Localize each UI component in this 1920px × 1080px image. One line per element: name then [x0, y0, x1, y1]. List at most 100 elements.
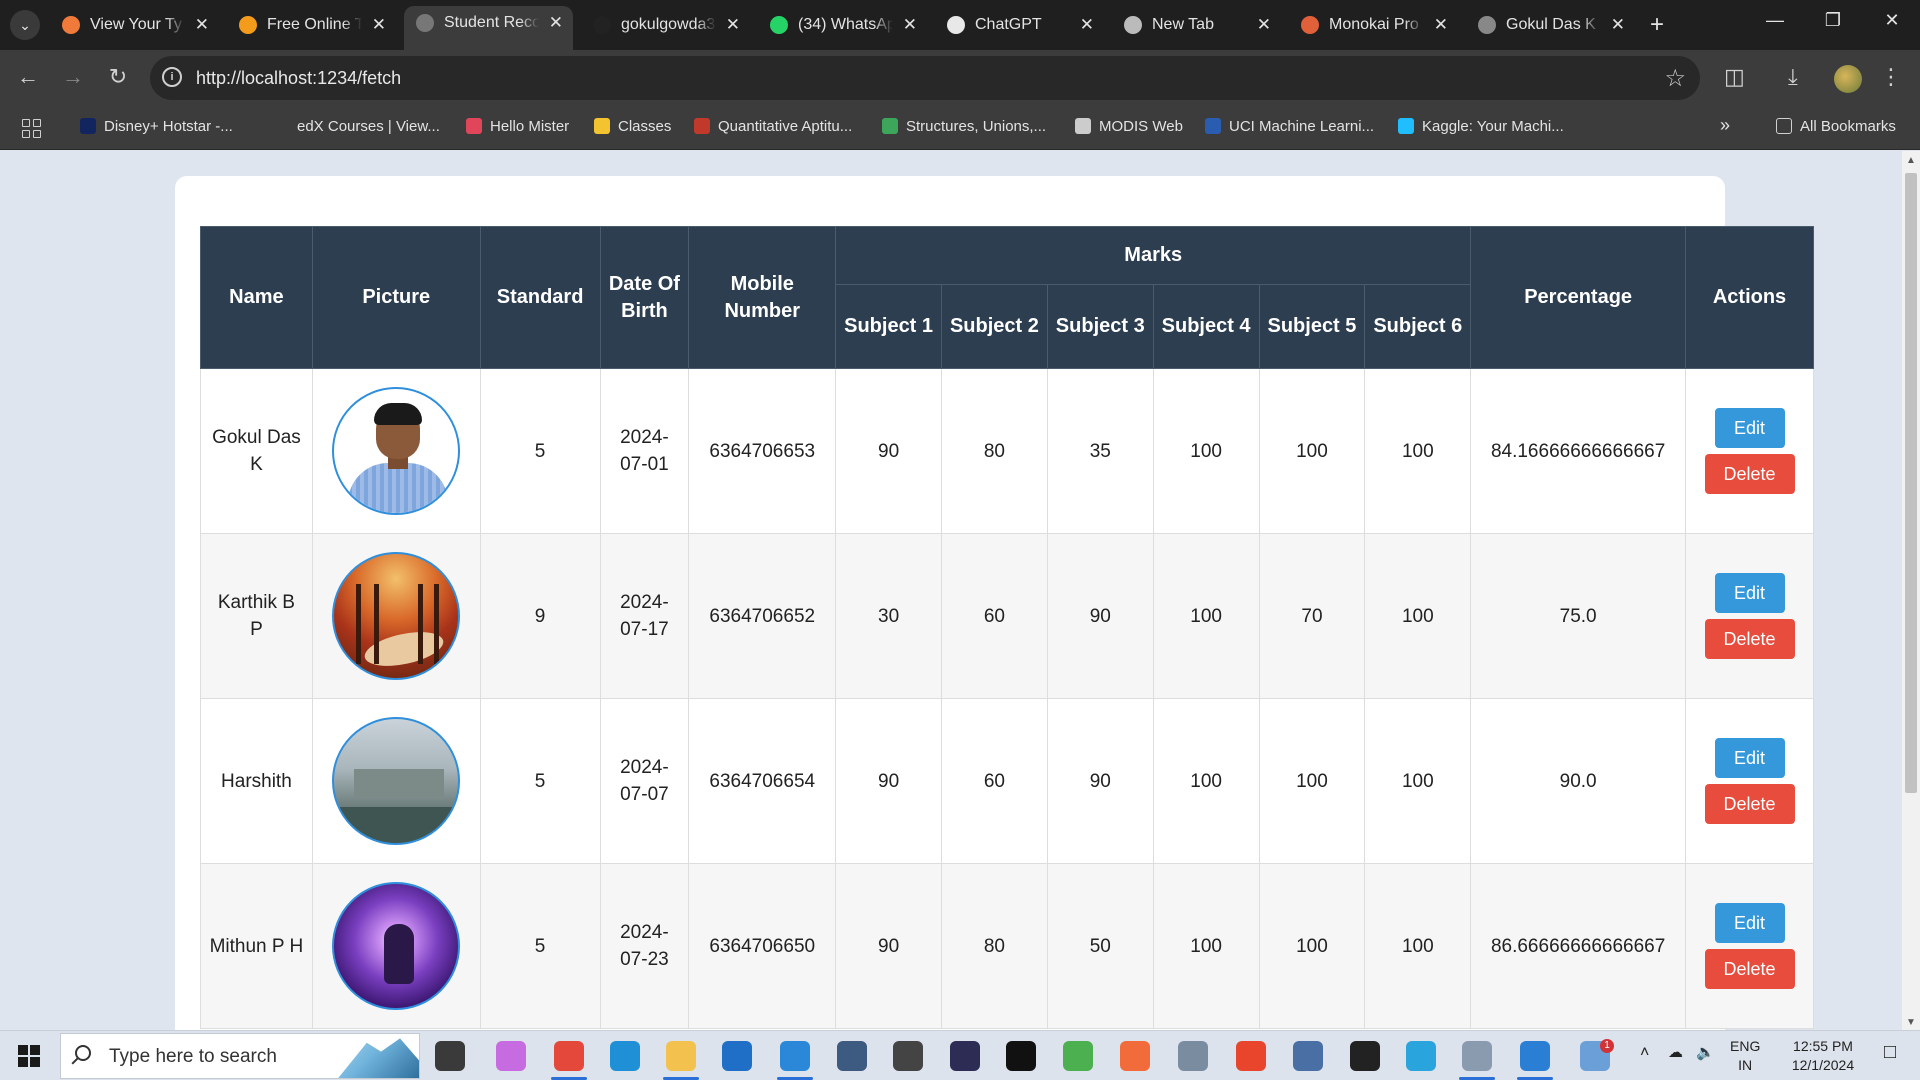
task-view-icon[interactable] [435, 1041, 465, 1071]
copilot-icon[interactable] [496, 1041, 526, 1071]
close-window-button[interactable]: ✕ [1872, 10, 1912, 31]
bookmark-item[interactable]: Quantitative Aptitu... [694, 118, 852, 140]
restore-button[interactable]: ❐ [1813, 10, 1853, 31]
vertical-scrollbar[interactable]: ▲ ▼ [1902, 151, 1920, 1030]
minimize-button[interactable]: — [1755, 10, 1795, 31]
tab-close-icon[interactable]: ✕ [1080, 15, 1094, 35]
reload-button[interactable]: ↻ [103, 64, 133, 90]
address-bar[interactable]: i http://localhost:1234/fetch ☆ [150, 56, 1700, 100]
scroll-up-icon[interactable]: ▲ [1906, 155, 1916, 166]
scrollbar-thumb[interactable] [1905, 173, 1917, 793]
windows-start-icon[interactable] [18, 1045, 40, 1067]
header-marks: Marks [835, 226, 1472, 285]
postman-icon[interactable] [1120, 1041, 1150, 1071]
browser-tab[interactable]: gokulgowda3 ✕ [581, 8, 750, 42]
browser-tab[interactable]: New Tab ✕ [1112, 8, 1281, 42]
bookmark-item[interactable]: Classes [594, 118, 671, 140]
photos-icon[interactable] [1520, 1041, 1550, 1071]
chrome-icon[interactable] [554, 1041, 584, 1071]
cell-percentage: 75.0 [1470, 533, 1687, 699]
tab-close-icon[interactable]: ✕ [1257, 15, 1271, 35]
tab-close-icon[interactable]: ✕ [1434, 15, 1448, 35]
bookmark-item[interactable]: Kaggle: Your Machi... [1398, 118, 1564, 140]
tray-chevron-icon[interactable]: ˄ [1640, 1043, 1649, 1062]
scroll-down-icon[interactable]: ▼ [1906, 1017, 1916, 1028]
telegram-icon[interactable] [1406, 1041, 1436, 1071]
back-button[interactable]: ← [13, 64, 43, 90]
tab-close-icon[interactable]: ✕ [372, 15, 386, 35]
photo-detail [334, 807, 459, 843]
delete-button[interactable]: Delete [1704, 784, 1795, 824]
bookmark-item[interactable]: MODIS Web [1075, 118, 1183, 140]
tab-favicon-icon [1124, 16, 1142, 34]
tab-close-icon[interactable]: ✕ [1611, 15, 1625, 35]
volume-icon[interactable]: 🔈 [1696, 1043, 1715, 1062]
tab-close-icon[interactable]: ✕ [903, 15, 917, 35]
notifications-icon[interactable]: □ [1870, 1042, 1910, 1062]
browser-tab[interactable]: Student Reco ✕ [404, 6, 573, 50]
tab-close-icon[interactable]: ✕ [195, 15, 209, 35]
student-photo [332, 717, 461, 845]
bookmark-item[interactable]: Hello Mister [466, 118, 569, 140]
browser-tab[interactable]: ChatGPT ✕ [935, 8, 1104, 42]
tab-search-button[interactable]: ⌄ [10, 10, 40, 40]
more-bookmarks-icon[interactable]: » [1720, 115, 1730, 137]
pycharm-icon[interactable] [1350, 1041, 1380, 1071]
delete-button[interactable]: Delete [1704, 454, 1795, 494]
all-bookmarks-button[interactable]: All Bookmarks [1776, 118, 1896, 140]
menu-kebab-icon[interactable]: ⋮ [1880, 64, 1902, 90]
language-label: ENG [1730, 1038, 1761, 1054]
python-idle-icon[interactable] [1293, 1041, 1323, 1071]
bookmark-item[interactable]: Disney+ Hotstar -... [80, 118, 233, 140]
cell-percentage: 86.66666666666667 [1470, 863, 1687, 1029]
edit-button[interactable]: Edit [1714, 903, 1785, 943]
vscode-icon[interactable] [780, 1041, 810, 1071]
bookmark-item[interactable]: UCI Machine Learni... [1205, 118, 1374, 140]
clock[interactable]: 12:55 PM 12/1/2024 [1778, 1037, 1868, 1075]
url-text[interactable]: http://localhost:1234/fetch [196, 68, 401, 89]
delete-button[interactable]: Delete [1704, 949, 1795, 989]
tab-close-icon[interactable]: ✕ [726, 15, 740, 35]
intellij-icon[interactable] [1006, 1041, 1036, 1071]
image-editor-icon[interactable] [893, 1041, 923, 1071]
spring-tools-icon[interactable] [1063, 1041, 1093, 1071]
edit-button[interactable]: Edit [1714, 573, 1785, 613]
mysql-workbench-icon[interactable] [837, 1041, 867, 1071]
outlook-icon[interactable] [722, 1041, 752, 1071]
file-explorer-icon[interactable] [666, 1041, 696, 1071]
browser-tab[interactable]: View Your Ty ✕ [50, 8, 219, 42]
taskbar-search[interactable]: Type here to search [60, 1033, 420, 1079]
apps-grid-icon[interactable] [22, 119, 42, 139]
tab-favicon-icon [62, 16, 80, 34]
profile-avatar[interactable] [1834, 65, 1862, 93]
extensions-icon[interactable]: ◫ [1724, 64, 1745, 90]
browser-tab[interactable]: Monokai Pro ✕ [1289, 8, 1458, 42]
browser-tab[interactable]: (34) WhatsAp ✕ [758, 8, 927, 42]
edit-button[interactable]: Edit [1714, 738, 1785, 778]
edit-button[interactable]: Edit [1714, 408, 1785, 448]
student-photo [332, 882, 461, 1010]
bookmark-item[interactable]: edX Courses | View... [273, 118, 440, 140]
browser-tab[interactable]: Free Online T ✕ [227, 8, 396, 42]
notepad-icon[interactable] [1178, 1041, 1208, 1071]
cell-name: Gokul Das K [200, 368, 313, 534]
forward-button[interactable]: → [58, 64, 88, 90]
edge-icon[interactable] [610, 1041, 640, 1071]
cell-actions: Edit Delete [1685, 698, 1814, 864]
onedrive-cloud-icon[interactable]: ☁ [1668, 1043, 1683, 1062]
site-info-icon[interactable]: i [162, 67, 182, 87]
bookmark-item[interactable]: Structures, Unions,... [882, 118, 1046, 140]
language-indicator[interactable]: ENG IN [1730, 1037, 1760, 1075]
brave-icon[interactable] [1236, 1041, 1266, 1071]
tab-close-icon[interactable]: ✕ [549, 13, 563, 33]
photo-detail [384, 924, 415, 984]
eclipse-icon[interactable] [950, 1041, 980, 1071]
delete-button[interactable]: Delete [1704, 619, 1795, 659]
control-panel-icon[interactable] [1462, 1041, 1492, 1071]
downloads-icon[interactable]: ⤓ [1788, 64, 1798, 90]
student-photo [332, 387, 461, 515]
browser-tab[interactable]: Gokul Das K ✕ [1466, 8, 1635, 42]
bookmark-star-icon[interactable]: ☆ [1664, 64, 1686, 93]
tab-favicon-icon [1478, 16, 1496, 34]
new-tab-button[interactable]: + [1650, 10, 1664, 40]
